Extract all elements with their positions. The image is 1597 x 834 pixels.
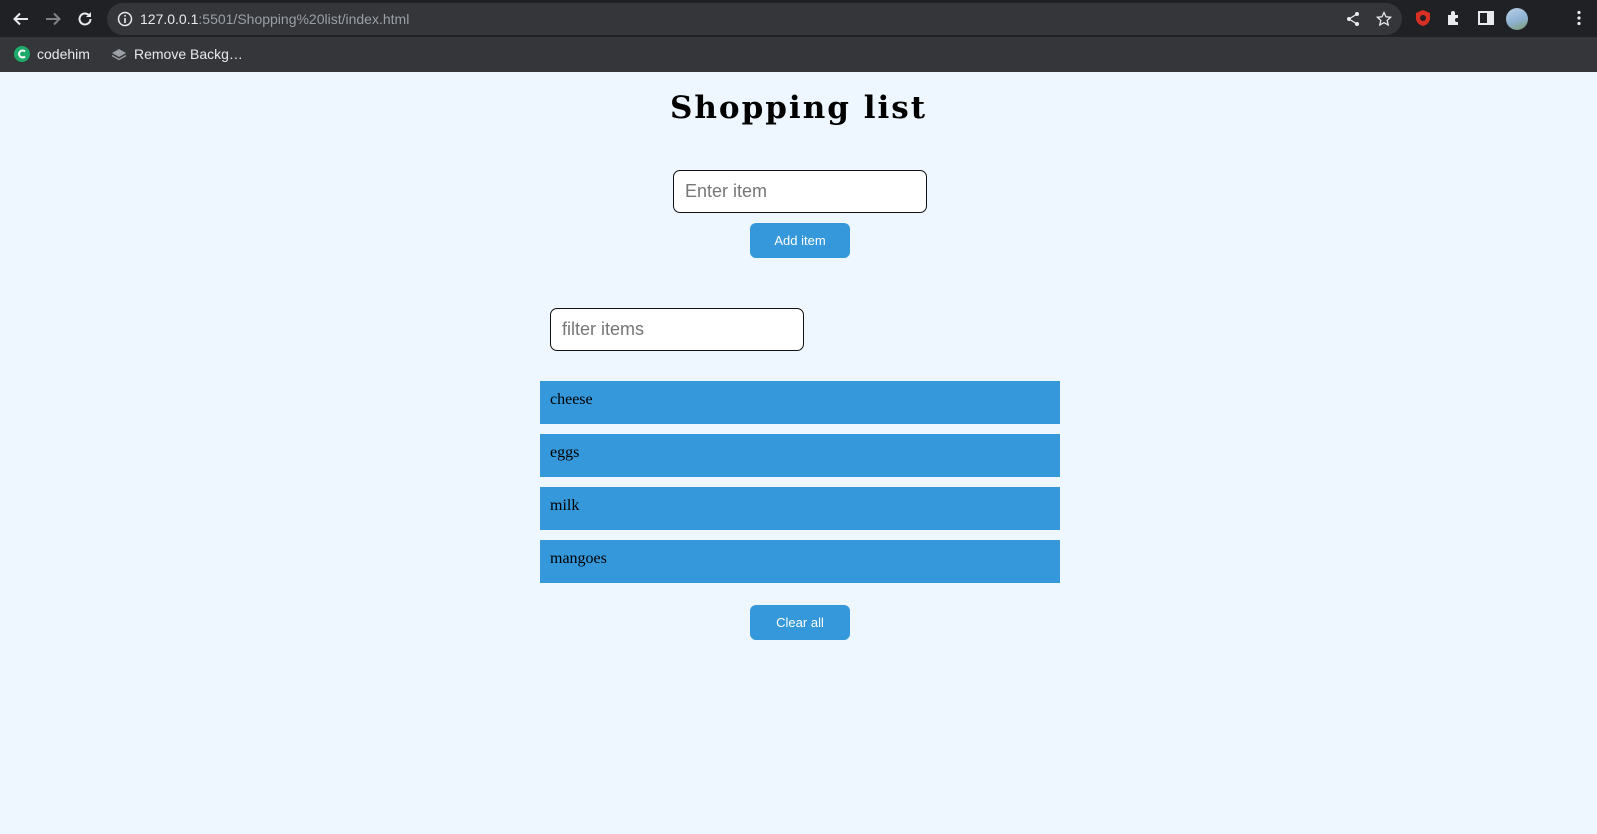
shopping-list: cheese eggs milk mangoes: [540, 381, 1060, 593]
add-item-button[interactable]: Add item: [750, 223, 850, 258]
list-item[interactable]: mangoes: [540, 540, 1060, 583]
browser-toolbar: 127.0.0.1:5501/Shopping%20list/index.htm…: [0, 0, 1597, 37]
menu-kebab-icon[interactable]: [1570, 9, 1588, 27]
share-icon[interactable]: [1345, 11, 1361, 27]
star-icon[interactable]: [1376, 11, 1392, 27]
layers-icon: [111, 49, 127, 61]
bookmark-label: Remove Backg…: [134, 46, 243, 62]
clear-all-button[interactable]: Clear all: [750, 605, 850, 640]
puzzle-icon[interactable]: [1445, 9, 1463, 27]
arrow-right-icon: [46, 12, 61, 26]
url-path: :5501/Shopping%20list/index.html: [198, 11, 410, 27]
address-bar[interactable]: 127.0.0.1:5501/Shopping%20list/index.htm…: [107, 3, 1402, 35]
reload-icon: [78, 12, 92, 26]
bookmark-remove-background[interactable]: Remove Backg…: [111, 44, 243, 64]
list-item[interactable]: milk: [540, 487, 1060, 530]
filter-input[interactable]: [550, 308, 804, 351]
side-panel-icon[interactable]: [1477, 9, 1495, 27]
item-input[interactable]: [673, 170, 927, 213]
profile-avatar[interactable]: [1506, 8, 1528, 30]
url-text: 127.0.0.1:5501/Shopping%20list/index.htm…: [140, 3, 409, 35]
arrow-left-icon: [13, 12, 28, 26]
list-item[interactable]: eggs: [540, 434, 1060, 477]
codehim-icon: [14, 46, 30, 62]
info-icon[interactable]: [117, 11, 133, 27]
bookmarks-bar: codehim Remove Backg…: [0, 37, 1597, 72]
bookmark-codehim[interactable]: codehim: [14, 44, 90, 64]
extension-shield-icon[interactable]: [1414, 9, 1432, 27]
url-host: 127.0.0.1: [140, 11, 199, 27]
list-item[interactable]: cheese: [540, 381, 1060, 424]
page-title: Shopping list: [669, 90, 928, 126]
reload-button[interactable]: [73, 7, 97, 31]
bookmark-label: codehim: [37, 46, 90, 62]
forward-button[interactable]: [41, 7, 65, 31]
back-button[interactable]: [9, 7, 33, 31]
